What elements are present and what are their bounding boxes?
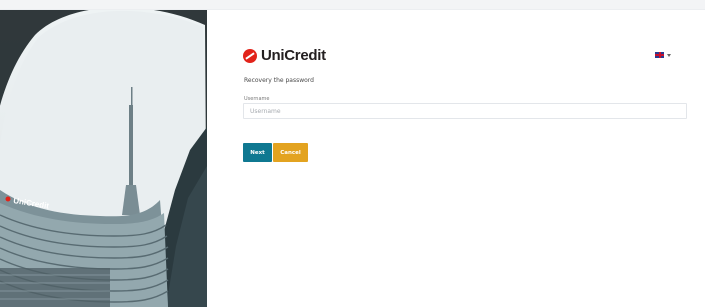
next-button[interactable]: Next: [243, 143, 272, 162]
language-selector[interactable]: [655, 52, 671, 58]
hero-image: UniCredit: [0, 10, 207, 307]
chevron-down-icon: [667, 53, 671, 57]
building-illustration: UniCredit: [0, 10, 207, 307]
login-panel: UniCredit Recovery the password Username…: [207, 10, 705, 307]
page-title: Recovery the password: [244, 77, 314, 84]
page: UniCredit UniCredit Recovery the passwor…: [0, 0, 705, 307]
browser-top-strip: [0, 0, 705, 10]
cancel-button[interactable]: Cancel: [273, 143, 308, 162]
uk-flag-icon: [655, 52, 664, 58]
username-input[interactable]: [243, 103, 687, 119]
unicredit-mark-icon: [243, 48, 257, 63]
logo-text: UniCredit: [261, 47, 326, 64]
username-label: Username: [244, 96, 270, 102]
unicredit-logo: UniCredit: [243, 47, 326, 64]
